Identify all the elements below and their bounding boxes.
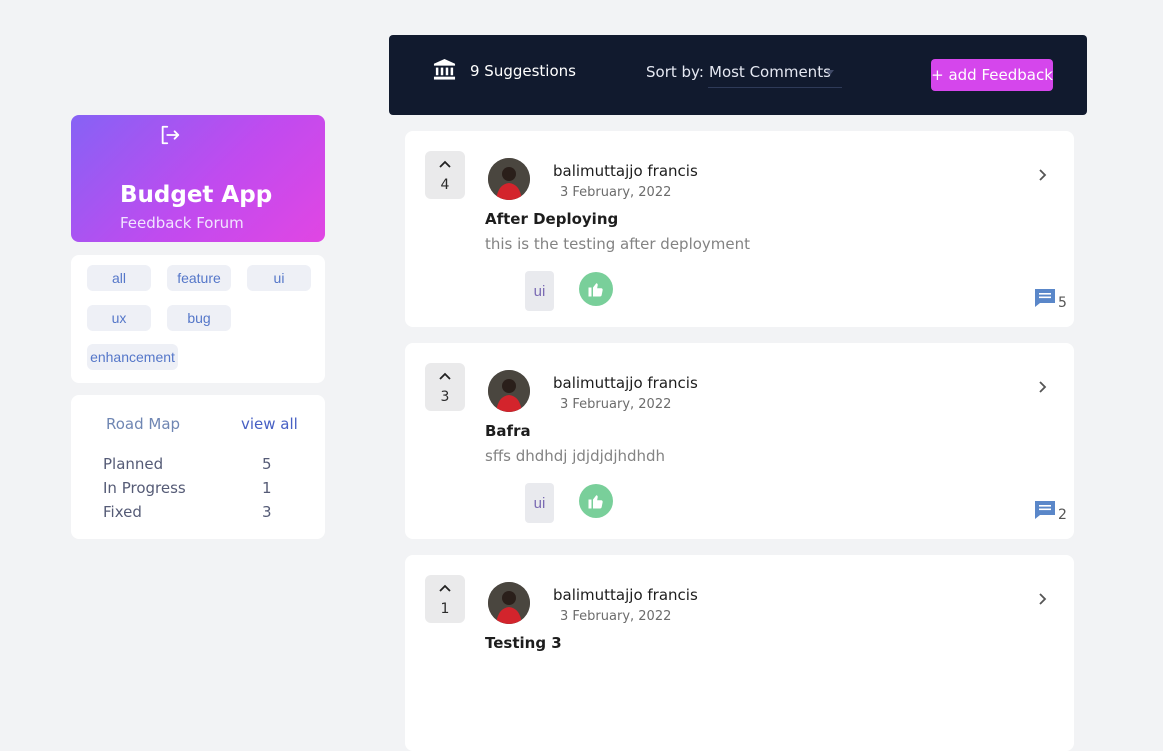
avatar bbox=[488, 158, 530, 200]
comments-count[interactable]: 2 bbox=[1034, 500, 1074, 524]
upvote-button[interactable]: 3 bbox=[425, 363, 465, 411]
comment-icon bbox=[1035, 289, 1055, 307]
thumbs-up-icon bbox=[588, 495, 603, 509]
chevron-right-icon[interactable] bbox=[1036, 380, 1048, 394]
suggestions-count: 9 Suggestions bbox=[470, 62, 576, 80]
sort-select[interactable]: Most Comments bbox=[708, 59, 842, 88]
roadmap-panel: Road Map view all Planned 5 In Progress … bbox=[71, 395, 325, 539]
vote-count: 3 bbox=[440, 389, 450, 405]
vote-count: 4 bbox=[440, 177, 450, 193]
brand-card: Budget App Feedback Forum bbox=[71, 115, 325, 242]
feedback-card[interactable]: 1 balimuttajjo francis 3 February, 2022 … bbox=[405, 555, 1074, 751]
feedback-description: this is the testing after deployment bbox=[485, 235, 751, 253]
feedback-title: Testing 3 bbox=[485, 634, 562, 652]
feedback-tag[interactable]: ui bbox=[525, 483, 554, 523]
tag-filter-ui[interactable]: ui bbox=[247, 265, 311, 291]
author-name: balimuttajjo francis bbox=[553, 374, 698, 392]
tag-filter-ux[interactable]: ux bbox=[87, 305, 151, 331]
roadmap-row-label: In Progress bbox=[103, 479, 186, 497]
tag-filter-feature[interactable]: feature bbox=[167, 265, 231, 291]
comment-icon bbox=[1035, 501, 1055, 519]
feedback-title: Bafra bbox=[485, 422, 531, 440]
post-date: 3 February, 2022 bbox=[560, 397, 672, 412]
add-feedback-button[interactable]: + add Feedback bbox=[931, 59, 1053, 91]
upvote-button[interactable]: 1 bbox=[425, 575, 465, 623]
feedback-description: sffs dhdhdj jdjdjdjhdhdh bbox=[485, 447, 666, 465]
thumbs-up-icon bbox=[588, 283, 603, 297]
logout-icon[interactable] bbox=[159, 124, 181, 146]
feedback-card[interactable]: 4 balimuttajjo francis 3 February, 2022 … bbox=[405, 131, 1074, 327]
chevron-right-icon[interactable] bbox=[1036, 592, 1048, 606]
like-button[interactable] bbox=[579, 272, 613, 306]
comment-count: 5 bbox=[1058, 295, 1067, 311]
like-button[interactable] bbox=[579, 484, 613, 518]
chevron-up-icon bbox=[439, 372, 451, 380]
roadmap-view-all-link[interactable]: view all bbox=[241, 415, 298, 433]
feedback-tag[interactable]: ui bbox=[525, 271, 554, 311]
avatar bbox=[488, 582, 530, 624]
roadmap-row-label: Fixed bbox=[103, 503, 142, 521]
post-date: 3 February, 2022 bbox=[560, 185, 672, 200]
avatar bbox=[488, 370, 530, 412]
roadmap-title: Road Map bbox=[106, 415, 181, 433]
author-name: balimuttajjo francis bbox=[553, 586, 698, 604]
tag-filter-panel: all feature ui ux bug enhancement bbox=[71, 255, 325, 383]
upvote-button[interactable]: 4 bbox=[425, 151, 465, 199]
suggestions-header: 9 Suggestions Sort by: Most Comments + a… bbox=[389, 35, 1087, 115]
comments-count[interactable]: 5 bbox=[1034, 288, 1074, 312]
tag-filter-all[interactable]: all bbox=[87, 265, 151, 291]
roadmap-row-count: 3 bbox=[262, 503, 272, 521]
roadmap-row-count: 5 bbox=[262, 455, 272, 473]
roadmap-row-planned: Planned 5 bbox=[103, 455, 273, 473]
chevron-up-icon bbox=[439, 160, 451, 168]
post-date: 3 February, 2022 bbox=[560, 609, 672, 624]
roadmap-row-label: Planned bbox=[103, 455, 164, 473]
feedback-title: After Deploying bbox=[485, 210, 619, 228]
comment-count: 2 bbox=[1058, 507, 1067, 523]
roadmap-row-in-progress: In Progress 1 bbox=[103, 479, 273, 497]
roadmap-row-fixed: Fixed 3 bbox=[103, 503, 273, 521]
caret-down-icon bbox=[826, 70, 834, 75]
app-title: Budget App bbox=[120, 182, 273, 208]
chevron-right-icon[interactable] bbox=[1036, 168, 1048, 182]
app-subtitle: Feedback Forum bbox=[120, 214, 244, 232]
bank-icon bbox=[433, 58, 456, 80]
tag-filter-bug[interactable]: bug bbox=[167, 305, 231, 331]
sort-select-value: Most Comments bbox=[709, 63, 831, 81]
sort-label: Sort by: bbox=[646, 63, 704, 81]
vote-count: 1 bbox=[440, 601, 450, 617]
roadmap-row-count: 1 bbox=[262, 479, 272, 497]
tag-filter-enhancement[interactable]: enhancement bbox=[87, 344, 178, 370]
chevron-up-icon bbox=[439, 584, 451, 592]
feedback-card[interactable]: 3 balimuttajjo francis 3 February, 2022 … bbox=[405, 343, 1074, 539]
author-name: balimuttajjo francis bbox=[553, 162, 698, 180]
